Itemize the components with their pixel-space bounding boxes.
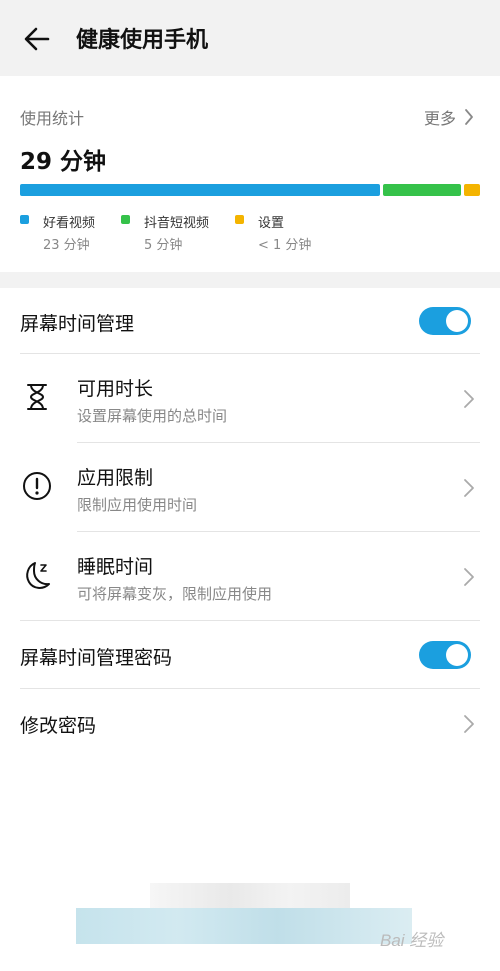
item-title: 睡眠时间: [77, 556, 154, 578]
watermark: Bai 经验: [380, 931, 444, 950]
screen-time-label: 屏幕时间管理: [20, 313, 135, 335]
toggle-knob: [446, 644, 468, 666]
password-row[interactable]: 屏幕时间管理密码: [0, 621, 500, 689]
legend-dot: [121, 215, 130, 224]
legend-app-name: 好看视频: [43, 216, 96, 231]
item-subtitle: 设置屏幕使用的总时间: [77, 407, 228, 425]
alert-circle-icon: [23, 472, 51, 500]
usage-bar-segment-3: [464, 184, 480, 196]
item-subtitle: 限制应用使用时间: [77, 496, 198, 514]
page-title: 健康使用手机: [76, 28, 209, 53]
settings-list: 屏幕时间管理 可用时长 设置屏幕使用的总时间 应用限制 限制应用使用时间 睡眠时…: [0, 288, 500, 971]
password-toggle[interactable]: [419, 641, 471, 669]
legend-app-name: 抖音短视频: [144, 216, 210, 231]
chevron-right-icon: [464, 390, 474, 408]
chevron-right-icon: [464, 479, 474, 497]
more-label: 更多: [423, 109, 456, 128]
chevron-right-icon: [464, 568, 474, 586]
legend-dot: [235, 215, 244, 224]
legend-app-duration: < 1 分钟: [258, 238, 312, 253]
list-item-available-time[interactable]: 可用时长 设置屏幕使用的总时间: [0, 354, 500, 443]
screen-time-toggle[interactable]: [419, 307, 471, 335]
change-password-row[interactable]: 修改密码: [0, 689, 500, 757]
more-link[interactable]: 更多: [424, 105, 474, 129]
legend-app-name: 设置: [258, 216, 285, 231]
blurred-region: [76, 908, 412, 944]
change-password-label: 修改密码: [20, 715, 97, 737]
toggle-knob: [446, 310, 468, 332]
item-title: 应用限制: [77, 467, 154, 489]
chevron-right-icon: [464, 715, 474, 733]
legend-app-duration: 23 分钟: [43, 238, 90, 253]
total-usage-time: 29 分钟: [20, 149, 107, 175]
legend-dot: [20, 215, 29, 224]
back-button[interactable]: [22, 24, 52, 54]
item-subtitle: 可将屏幕变灰，限制应用使用: [77, 585, 273, 603]
stats-label: 使用统计: [20, 109, 85, 128]
item-title: 可用时长: [77, 378, 154, 400]
top-app-bar: 健康使用手机: [0, 0, 500, 76]
usage-stats-card: 使用统计 更多 29 分钟 好看视频 23 分钟 抖音短视频 5 分钟 设置 <…: [0, 76, 500, 272]
list-item-sleep-time[interactable]: 睡眠时间 可将屏幕变灰，限制应用使用: [0, 532, 500, 621]
list-item-app-limits[interactable]: 应用限制 限制应用使用时间: [0, 443, 500, 532]
screen-time-row[interactable]: 屏幕时间管理: [0, 288, 500, 354]
blurred-region: [150, 883, 350, 908]
usage-bar-segment-2: [383, 184, 462, 196]
chevron-right-icon: [465, 109, 473, 125]
hourglass-icon: [27, 384, 47, 410]
password-label: 屏幕时间管理密码: [20, 647, 173, 669]
legend-app-duration: 5 分钟: [144, 238, 183, 253]
usage-bar: [20, 184, 480, 196]
moon-sleep-icon: [26, 562, 50, 589]
arrow-left-icon: [24, 27, 50, 51]
usage-bar-segment-1: [20, 184, 381, 196]
